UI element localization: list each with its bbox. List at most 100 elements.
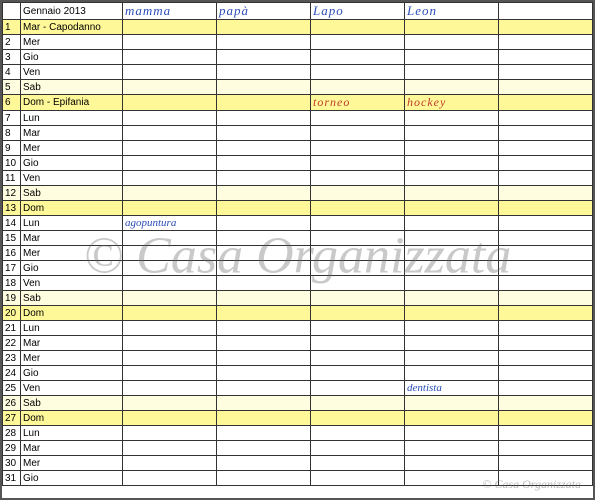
calendar-cell[interactable] [217,276,311,291]
calendar-cell[interactable] [311,396,405,411]
calendar-cell[interactable] [405,111,499,126]
calendar-cell[interactable] [217,246,311,261]
calendar-cell[interactable] [405,186,499,201]
calendar-cell[interactable] [405,336,499,351]
calendar-cell[interactable] [123,381,217,396]
calendar-cell[interactable] [499,261,593,276]
calendar-cell[interactable] [405,351,499,366]
calendar-cell[interactable] [217,456,311,471]
calendar-cell[interactable] [217,111,311,126]
calendar-cell[interactable] [499,216,593,231]
calendar-cell[interactable] [405,20,499,35]
calendar-cell[interactable] [311,126,405,141]
calendar-cell[interactable] [311,321,405,336]
calendar-cell[interactable] [311,231,405,246]
calendar-cell[interactable] [499,366,593,381]
calendar-cell[interactable] [123,65,217,80]
calendar-cell[interactable] [217,336,311,351]
calendar-cell[interactable] [123,456,217,471]
calendar-cell[interactable] [217,141,311,156]
calendar-cell[interactable] [499,291,593,306]
calendar-cell[interactable] [499,426,593,441]
calendar-cell[interactable] [311,381,405,396]
calendar-cell[interactable] [123,471,217,486]
calendar-cell[interactable]: agopuntura [123,216,217,231]
calendar-cell[interactable] [499,471,593,486]
calendar-cell[interactable] [123,321,217,336]
calendar-cell[interactable] [217,50,311,65]
calendar-cell[interactable] [123,141,217,156]
calendar-cell[interactable] [405,396,499,411]
calendar-cell[interactable] [123,126,217,141]
calendar-cell[interactable] [405,471,499,486]
calendar-cell[interactable]: dentista [405,381,499,396]
calendar-cell[interactable] [311,336,405,351]
calendar-cell[interactable] [311,366,405,381]
calendar-cell[interactable] [311,171,405,186]
calendar-cell[interactable]: hockey [405,95,499,111]
calendar-cell[interactable] [311,156,405,171]
calendar-cell[interactable] [499,411,593,426]
calendar-cell[interactable] [123,50,217,65]
calendar-cell[interactable] [311,291,405,306]
calendar-cell[interactable] [311,441,405,456]
calendar-cell[interactable] [405,126,499,141]
calendar-cell[interactable] [123,95,217,111]
calendar-cell[interactable] [217,426,311,441]
calendar-cell[interactable] [405,261,499,276]
calendar-cell[interactable] [311,201,405,216]
calendar-cell[interactable] [217,20,311,35]
calendar-cell[interactable] [405,35,499,50]
calendar-cell[interactable] [499,141,593,156]
calendar-cell[interactable] [405,276,499,291]
calendar-cell[interactable] [123,291,217,306]
calendar-cell[interactable] [311,65,405,80]
calendar-cell[interactable] [217,351,311,366]
calendar-cell[interactable] [499,456,593,471]
calendar-cell[interactable] [123,426,217,441]
calendar-cell[interactable] [217,471,311,486]
calendar-cell[interactable] [123,261,217,276]
calendar-cell[interactable] [123,441,217,456]
calendar-cell[interactable] [123,336,217,351]
calendar-cell[interactable] [499,336,593,351]
calendar-cell[interactable] [499,276,593,291]
calendar-cell[interactable] [217,381,311,396]
calendar-cell[interactable] [123,186,217,201]
calendar-cell[interactable] [405,306,499,321]
calendar-cell[interactable] [217,321,311,336]
calendar-cell[interactable] [123,80,217,95]
calendar-cell[interactable] [311,20,405,35]
calendar-cell[interactable] [217,126,311,141]
calendar-cell[interactable] [217,396,311,411]
calendar-cell[interactable] [405,216,499,231]
calendar-cell[interactable] [499,65,593,80]
calendar-cell[interactable] [405,50,499,65]
calendar-cell[interactable] [405,201,499,216]
calendar-cell[interactable] [123,111,217,126]
calendar-cell[interactable] [405,441,499,456]
calendar-cell[interactable] [499,381,593,396]
calendar-cell[interactable] [123,201,217,216]
calendar-cell[interactable] [311,276,405,291]
calendar-cell[interactable] [405,156,499,171]
calendar-cell[interactable] [499,441,593,456]
calendar-cell[interactable] [123,20,217,35]
calendar-cell[interactable] [123,306,217,321]
calendar-cell[interactable] [123,35,217,50]
calendar-cell[interactable] [311,246,405,261]
calendar-cell[interactable]: torneo [311,95,405,111]
calendar-cell[interactable] [123,231,217,246]
calendar-cell[interactable] [499,201,593,216]
calendar-cell[interactable] [405,80,499,95]
calendar-cell[interactable] [217,441,311,456]
calendar-cell[interactable] [499,111,593,126]
calendar-cell[interactable] [405,141,499,156]
calendar-cell[interactable] [499,156,593,171]
calendar-cell[interactable] [499,246,593,261]
calendar-cell[interactable] [311,306,405,321]
calendar-cell[interactable] [405,231,499,246]
calendar-cell[interactable] [217,35,311,50]
calendar-cell[interactable] [123,396,217,411]
calendar-cell[interactable] [405,411,499,426]
